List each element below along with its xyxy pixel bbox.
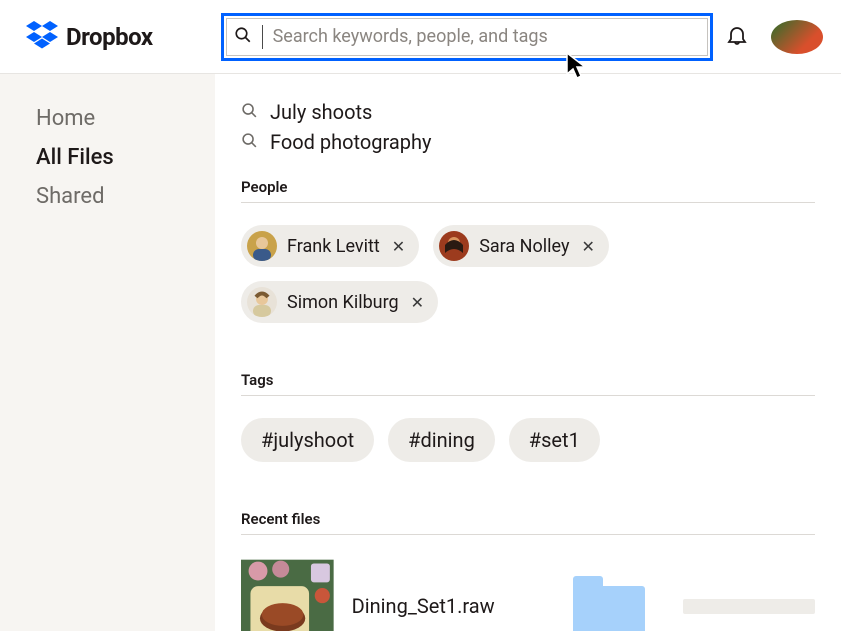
divider — [241, 202, 815, 203]
person-chip[interactable]: Sara Nolley ✕ — [433, 225, 609, 267]
text-caret — [262, 25, 263, 49]
search-suggestion[interactable]: July shoots — [241, 100, 815, 124]
dropbox-logo-icon — [26, 21, 58, 53]
avatar — [439, 231, 469, 261]
section-label-tags: Tags — [241, 371, 815, 389]
tag-chip[interactable]: #dining — [388, 418, 495, 462]
close-icon[interactable]: ✕ — [411, 293, 424, 312]
file-thumbnail[interactable] — [241, 557, 334, 631]
search-icon — [241, 100, 258, 124]
file-thumbnail[interactable] — [573, 576, 645, 631]
search-panel: July shoots Food photography People Fran… — [215, 74, 841, 631]
tag-chip[interactable]: #set1 — [509, 418, 600, 462]
sidebar-item-home[interactable]: Home — [36, 106, 215, 131]
avatar — [247, 287, 277, 317]
sidebar-item-all-files[interactable]: All Files — [36, 145, 215, 170]
people-chip-row: Frank Levitt ✕ Sara Nolley ✕ Simon Kilbu… — [241, 225, 815, 323]
sidebar-item-shared[interactable]: Shared — [36, 184, 215, 209]
person-name: Sara Nolley — [479, 236, 569, 257]
person-chip[interactable]: Simon Kilburg ✕ — [241, 281, 438, 323]
search-icon — [234, 26, 252, 48]
file-name-placeholder — [683, 599, 815, 614]
close-icon[interactable]: ✕ — [582, 237, 595, 256]
divider — [241, 395, 815, 396]
account-avatar[interactable] — [771, 20, 823, 54]
tag-chip-row: #julyshoot #dining #set1 — [241, 418, 815, 462]
section-label-people: People — [241, 178, 815, 196]
person-chip[interactable]: Frank Levitt ✕ — [241, 225, 419, 267]
folder-icon — [573, 576, 645, 631]
file-name[interactable]: Dining_Set1.raw — [352, 594, 495, 618]
avatar — [247, 231, 277, 261]
brand-logo[interactable]: Dropbox — [26, 21, 153, 53]
suggestion-label: July shoots — [270, 100, 372, 124]
search-icon — [241, 130, 258, 154]
recent-files-row: Dining_Set1.raw — [241, 557, 815, 631]
person-name: Frank Levitt — [287, 236, 380, 257]
app-body: Home All Files Shared July shoots Food p… — [0, 74, 841, 631]
brand-name: Dropbox — [66, 23, 153, 51]
app-header: Dropbox Search keywords, people, and tag… — [0, 0, 841, 74]
person-name: Simon Kilburg — [287, 292, 399, 313]
search-suggestion[interactable]: Food photography — [241, 130, 815, 154]
sidebar: Home All Files Shared — [0, 74, 215, 631]
suggestion-label: Food photography — [270, 130, 432, 154]
close-icon[interactable]: ✕ — [392, 237, 405, 256]
tag-chip[interactable]: #julyshoot — [241, 418, 374, 462]
bell-icon[interactable] — [725, 23, 749, 51]
divider — [241, 534, 815, 535]
search-input[interactable]: Search keywords, people, and tags — [221, 13, 713, 61]
section-label-recent: Recent files — [241, 510, 815, 528]
search-placeholder: Search keywords, people, and tags — [273, 26, 548, 47]
